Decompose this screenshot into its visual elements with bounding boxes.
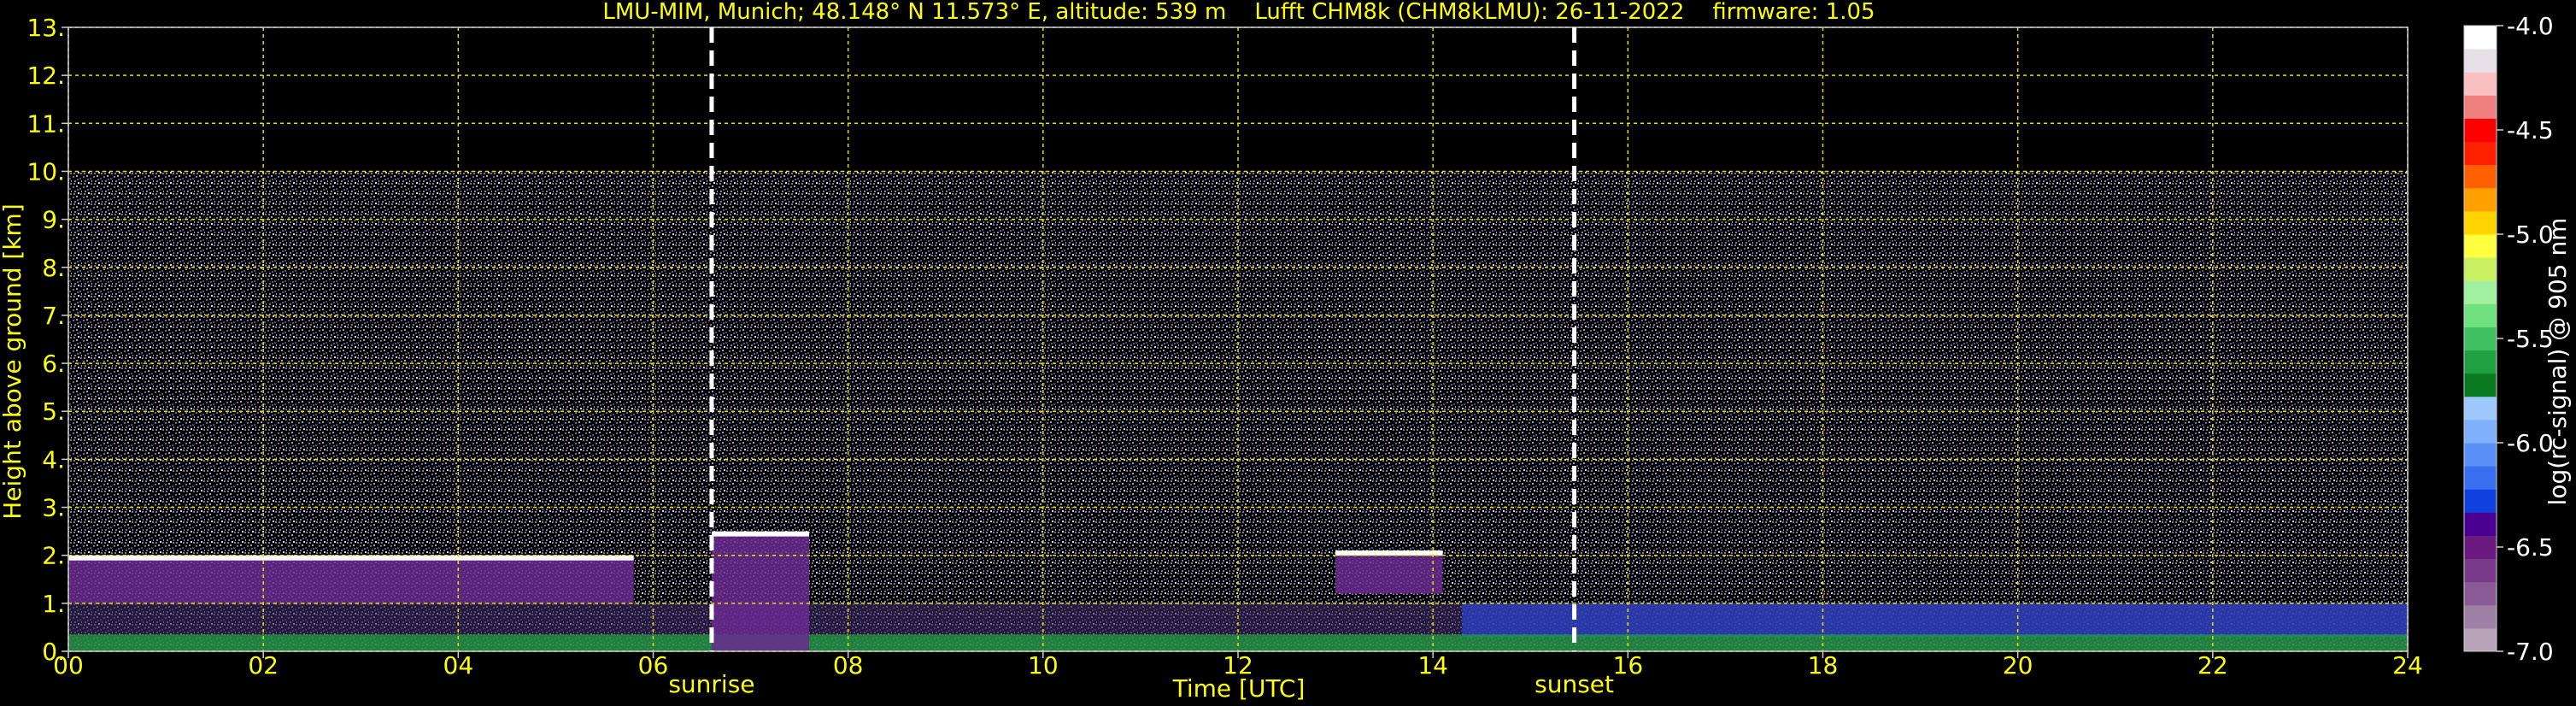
colorbar-swatch	[2464, 327, 2497, 351]
colorbar-swatch	[2464, 72, 2497, 96]
y-tick-label: 12.	[26, 62, 65, 90]
x-tick-label: 08	[833, 651, 864, 680]
colorbar-label: log(rc-signal) @ 905 nm	[2544, 218, 2572, 506]
colorbar-swatch	[2464, 49, 2497, 73]
x-tick-label: 06	[638, 651, 669, 680]
colorbar-swatch	[2464, 581, 2497, 606]
colorbar-swatch	[2464, 443, 2497, 467]
y-tick-label: 1.	[42, 590, 65, 618]
colorbar-swatch	[2464, 512, 2497, 536]
plot-area	[68, 27, 2408, 651]
y-axis-ticks: 0.1.2.3.4.5.6.7.8.9.10.11.12.13.	[26, 14, 68, 666]
y-tick-label: 8.	[42, 254, 65, 282]
y-tick-label: 3.	[42, 494, 65, 522]
cloud-layer-1	[711, 531, 810, 651]
x-axis-label: Time [UTC]	[1172, 674, 1306, 703]
y-tick-label: 4.	[42, 445, 65, 474]
colorbar-swatch	[2464, 558, 2497, 583]
colorbar-swatch	[2464, 26, 2497, 50]
y-tick-label: 11.	[26, 109, 65, 138]
colorbar-swatch	[2464, 118, 2497, 143]
sun-marker-label: sunset	[1534, 670, 1614, 698]
colorbar-swatch	[2464, 257, 2497, 281]
colorbar-swatch	[2464, 627, 2497, 652]
ceilometer-chart: LMU-MIM, Munich; 48.148° N 11.573° E, al…	[0, 0, 2572, 703]
colorbar-tick-label: -4.5	[2507, 116, 2554, 144]
x-tick-label: 24	[2392, 651, 2423, 680]
y-tick-label: 5.	[42, 397, 65, 426]
colorbar-swatch	[2464, 535, 2497, 560]
colorbar-swatch	[2464, 489, 2497, 513]
colorbar-tick-label: -7.0	[2507, 638, 2554, 666]
colorbar: -4.0-4.5-5.0-5.5-6.0-6.5-7.0	[2463, 12, 2554, 666]
x-tick-label: 22	[2198, 651, 2228, 680]
cloud-top-0	[68, 555, 634, 561]
x-tick-label: 16	[1613, 651, 1644, 680]
x-tick-label: 00	[53, 651, 84, 680]
aerosol-layer	[1462, 603, 2408, 638]
x-tick-label: 10	[1028, 651, 1059, 680]
colorbar-tick-label: -6.5	[2507, 533, 2554, 562]
colorbar-swatch	[2464, 373, 2497, 397]
x-tick-label: 04	[443, 651, 474, 680]
y-axis-label: Height above ground [km]	[0, 203, 26, 520]
colorbar-swatch	[2464, 303, 2497, 327]
colorbar-swatch	[2464, 164, 2497, 189]
x-tick-label: 20	[2003, 651, 2033, 680]
colorbar-swatch	[2464, 396, 2497, 421]
y-tick-label: 6.	[42, 350, 65, 378]
colorbar-swatch	[2464, 187, 2497, 212]
colorbar-swatch	[2464, 95, 2497, 119]
colorbar-tick-label: -4.0	[2507, 12, 2554, 40]
y-tick-label: 13.	[26, 14, 65, 42]
colorbar-swatch	[2464, 419, 2497, 444]
y-tick-label: 2.	[42, 542, 65, 570]
y-tick-label: 9.	[42, 206, 65, 234]
cloud-layer-2	[1335, 550, 1443, 594]
x-tick-label: 18	[1808, 651, 1839, 680]
x-tick-label: 14	[1417, 651, 1448, 680]
y-tick-label: 7.	[42, 302, 65, 330]
colorbar-swatch	[2464, 280, 2497, 304]
colorbar-swatch	[2464, 466, 2497, 490]
colorbar-swatch	[2464, 141, 2497, 166]
x-tick-label: 02	[248, 651, 279, 680]
y-tick-label: 10.	[26, 157, 65, 185]
colorbar-swatch	[2464, 350, 2497, 374]
chart-title: LMU-MIM, Munich; 48.148° N 11.573° E, al…	[602, 0, 1875, 25]
colorbar-swatch	[2464, 210, 2497, 235]
colorbar-swatch	[2464, 604, 2497, 629]
colorbar-swatch	[2464, 234, 2497, 258]
sun-marker-label: sunrise	[668, 670, 754, 698]
cloud-layer-0	[68, 555, 634, 603]
cloud-top-1	[711, 531, 810, 537]
